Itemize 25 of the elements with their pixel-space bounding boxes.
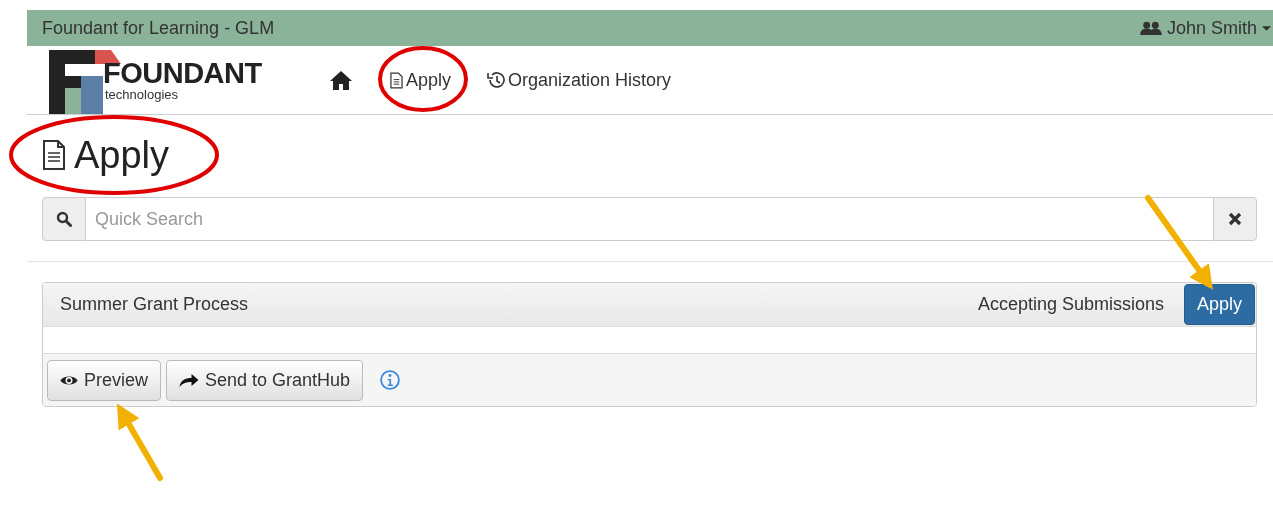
eye-icon [60, 373, 78, 387]
caret-icon [1262, 25, 1271, 31]
preview-button[interactable]: Preview [47, 359, 162, 401]
users-icon [1139, 21, 1162, 35]
nav-link[interactable]: Organization History [483, 63, 676, 97]
logo-tagline: technologies [105, 88, 179, 101]
logo-wordmark: FOUNDANT [103, 58, 262, 88]
info-icon[interactable] [380, 370, 401, 390]
search-icon [56, 211, 72, 227]
document-icon [390, 71, 403, 89]
user-menu[interactable]: John Smith [1139, 17, 1273, 39]
nav-link[interactable]: Apply [386, 63, 456, 97]
page-title: Apply [74, 133, 170, 177]
home-icon [328, 69, 354, 91]
app-title: Foundant for Learning - GLM [42, 17, 275, 39]
history-icon [487, 71, 506, 89]
close-icon [1228, 212, 1242, 226]
process-status: Accepting Submissions [977, 294, 1164, 315]
clear-button[interactable] [1213, 197, 1257, 241]
send-button[interactable]: Send to GrantHub [166, 359, 364, 401]
search-field[interactable]: Quick Search [86, 197, 1213, 241]
apply-button[interactable]: Apply [1183, 284, 1255, 325]
document-icon [42, 140, 66, 170]
process-name: Summer Grant Process [60, 294, 250, 315]
share-arrow-icon [179, 372, 200, 388]
